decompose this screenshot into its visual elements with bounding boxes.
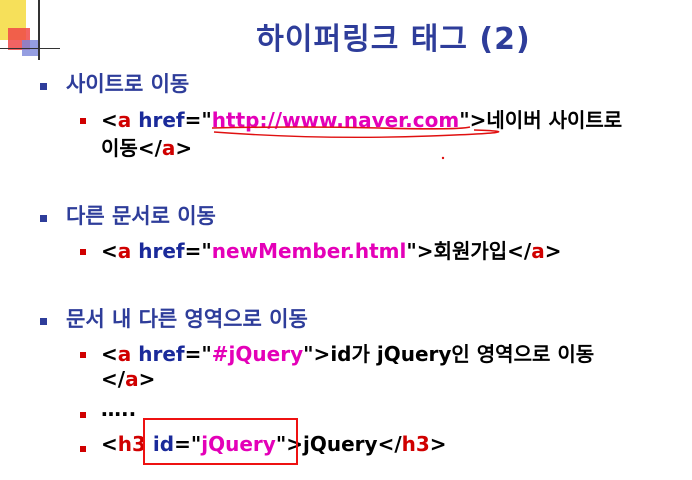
line-text: id가 jQuery인 영역으로 이동	[330, 342, 595, 366]
lt-symbol: <	[101, 239, 118, 263]
code-line: </a>	[101, 367, 155, 391]
lt-slash-symbol: </	[507, 239, 532, 263]
tag-name: h3	[401, 432, 430, 456]
tag-name: a	[117, 342, 132, 366]
gt-symbol: >	[138, 367, 156, 391]
section-bullet	[40, 318, 47, 325]
tag-name: h3	[117, 432, 146, 456]
item-bullet	[80, 446, 86, 452]
tag-name: a	[117, 239, 132, 263]
close-quote: ">	[303, 342, 331, 366]
tag-name: a	[531, 239, 545, 263]
gt-symbol: >	[429, 432, 447, 456]
section-heading: 다른 문서로 이동	[66, 204, 216, 228]
code-line: <a href="newMember.html">회원가입</a>	[101, 235, 562, 264]
item-bullet	[80, 412, 86, 418]
close-quote: ">	[406, 239, 434, 263]
red-highlight-box	[143, 418, 298, 465]
item-bullet	[80, 249, 86, 255]
item-bullet	[80, 352, 86, 358]
eq-symbol: ="	[184, 342, 212, 366]
eq-symbol: ="	[184, 239, 212, 263]
lt-slash-symbol: </	[377, 432, 402, 456]
gt-symbol: >	[544, 239, 562, 263]
lt-symbol: <	[101, 432, 118, 456]
line-text: jQuery	[303, 432, 378, 456]
ellipsis-line: …..	[101, 397, 137, 421]
lt-slash-symbol: </	[101, 367, 126, 391]
attr-value: #jQuery	[211, 342, 304, 366]
tag-name: a	[125, 367, 139, 391]
lt-symbol: <	[101, 342, 118, 366]
section-bullet	[40, 215, 47, 222]
red-underline-annotation	[211, 126, 500, 160]
attr-value: newMember.html	[211, 239, 407, 263]
attr-name: href	[138, 342, 185, 366]
line-text: 회원가입	[433, 239, 508, 263]
section-heading: 문서 내 다른 영역으로 이동	[66, 307, 308, 331]
code-line: <a href="#jQuery">id가 jQuery인 영역으로 이동	[101, 338, 594, 367]
attr-name: href	[138, 239, 185, 263]
